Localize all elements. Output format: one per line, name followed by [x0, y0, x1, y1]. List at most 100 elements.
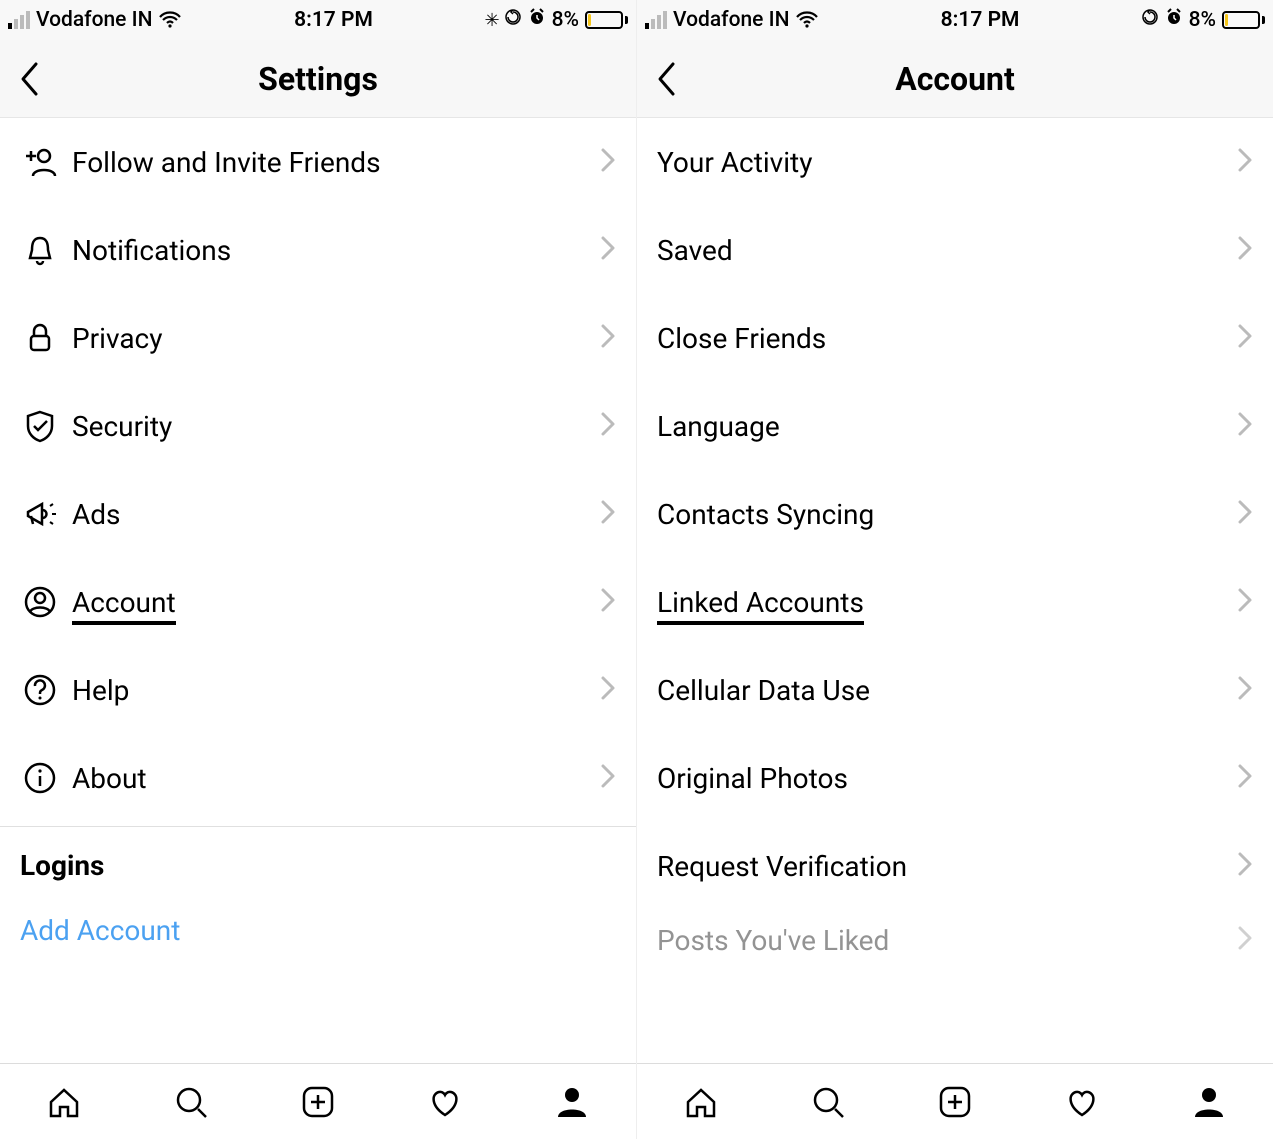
add-account-link[interactable]: Add Account [0, 888, 636, 947]
row-label: Language [657, 410, 1237, 443]
row-label: Privacy [72, 322, 600, 355]
back-button[interactable] [0, 61, 60, 97]
row-request-verification[interactable]: Request Verification [637, 822, 1273, 910]
row-label: Saved [657, 234, 1237, 267]
battery-percent: 8% [1189, 8, 1216, 32]
row-notifications[interactable]: Notifications [0, 206, 636, 294]
battery-percent: 8% [552, 8, 579, 32]
chevron-right-icon [1237, 323, 1253, 353]
chevron-right-icon [600, 675, 616, 705]
tab-home[interactable] [44, 1082, 84, 1122]
row-label: Your Activity [657, 146, 1237, 179]
settings-list: Follow and Invite Friends Notifications … [0, 118, 636, 1063]
row-security[interactable]: Security [0, 382, 636, 470]
signal-icon [645, 11, 667, 29]
row-cellular-data[interactable]: Cellular Data Use [637, 646, 1273, 734]
account-list: Your Activity Saved Close Friends Langua… [637, 118, 1273, 1063]
row-label: Close Friends [657, 322, 1237, 355]
row-label: Account [72, 586, 600, 619]
chevron-right-icon [600, 235, 616, 265]
chevron-right-icon [600, 763, 616, 793]
back-button[interactable] [637, 61, 697, 97]
alarm-icon [528, 8, 546, 32]
row-account[interactable]: Account [0, 558, 636, 646]
chevron-right-icon [600, 147, 616, 177]
tab-bar [637, 1063, 1273, 1139]
orientation-lock-icon [504, 8, 522, 32]
battery-icon [585, 11, 628, 29]
tab-profile[interactable] [1189, 1082, 1229, 1122]
chevron-right-icon [600, 411, 616, 441]
row-about[interactable]: About [0, 734, 636, 822]
clock: 8:17 PM [819, 8, 1140, 32]
shield-check-icon [20, 406, 72, 446]
wifi-icon [158, 11, 182, 29]
chevron-right-icon [1237, 763, 1253, 793]
header-title: Settings [0, 60, 636, 98]
info-circle-icon [20, 758, 72, 798]
carrier-label: Vodafone IN [36, 8, 152, 32]
row-your-activity[interactable]: Your Activity [637, 118, 1273, 206]
row-privacy[interactable]: Privacy [0, 294, 636, 382]
row-label: Security [72, 410, 600, 443]
chevron-right-icon [1237, 587, 1253, 617]
chevron-right-icon [1237, 147, 1253, 177]
row-label: Original Photos [657, 762, 1237, 795]
tab-activity[interactable] [425, 1082, 465, 1122]
chevron-right-icon [1237, 235, 1253, 265]
header-title: Account [637, 60, 1273, 98]
section-logins: Logins [0, 827, 636, 888]
bell-icon [20, 230, 72, 270]
lock-icon [20, 318, 72, 358]
tab-search[interactable] [808, 1082, 848, 1122]
chevron-right-icon [1237, 925, 1253, 955]
user-circle-icon [20, 582, 72, 622]
row-linked-accounts[interactable]: Linked Accounts [637, 558, 1273, 646]
row-language[interactable]: Language [637, 382, 1273, 470]
nav-header: Settings [0, 40, 636, 118]
row-original-photos[interactable]: Original Photos [637, 734, 1273, 822]
row-label: Ads [72, 498, 600, 531]
tab-add[interactable] [298, 1082, 338, 1122]
row-label: Help [72, 674, 600, 707]
chevron-right-icon [600, 499, 616, 529]
row-posts-liked[interactable]: Posts You've Liked [637, 910, 1273, 970]
row-help[interactable]: Help [0, 646, 636, 734]
chevron-right-icon [1237, 851, 1253, 881]
status-bar: Vodafone IN 8:17 PM ✳︎ 8% [0, 0, 636, 40]
row-label: Posts You've Liked [657, 924, 1237, 957]
alarm-icon [1165, 8, 1183, 32]
status-bar: Vodafone IN 8:17 PM 8% [637, 0, 1273, 40]
row-ads[interactable]: Ads [0, 470, 636, 558]
carrier-label: Vodafone IN [673, 8, 789, 32]
row-saved[interactable]: Saved [637, 206, 1273, 294]
chevron-right-icon [1237, 675, 1253, 705]
chevron-right-icon [600, 323, 616, 353]
orientation-lock-icon [1141, 8, 1159, 32]
row-label: Request Verification [657, 850, 1237, 883]
chevron-right-icon [1237, 499, 1253, 529]
row-follow-invite[interactable]: Follow and Invite Friends [0, 118, 636, 206]
row-label: Notifications [72, 234, 600, 267]
question-circle-icon [20, 670, 72, 710]
tab-add[interactable] [935, 1082, 975, 1122]
chevron-right-icon [1237, 411, 1253, 441]
account-screen: Vodafone IN 8:17 PM 8% Account Your Acti… [637, 0, 1273, 1139]
tab-home[interactable] [681, 1082, 721, 1122]
tab-search[interactable] [171, 1082, 211, 1122]
megaphone-icon [20, 494, 72, 534]
tab-bar [0, 1063, 636, 1139]
wifi-icon [795, 11, 819, 29]
row-label: Contacts Syncing [657, 498, 1237, 531]
row-close-friends[interactable]: Close Friends [637, 294, 1273, 382]
clock: 8:17 PM [182, 8, 484, 32]
nav-header: Account [637, 40, 1273, 118]
tab-profile[interactable] [552, 1082, 592, 1122]
tab-activity[interactable] [1062, 1082, 1102, 1122]
row-label: Follow and Invite Friends [72, 146, 600, 179]
loading-icon: ✳︎ [485, 10, 498, 31]
row-contacts-syncing[interactable]: Contacts Syncing [637, 470, 1273, 558]
row-label: Linked Accounts [657, 586, 1237, 619]
battery-icon [1222, 11, 1265, 29]
settings-screen: Vodafone IN 8:17 PM ✳︎ 8% Settings [0, 0, 637, 1139]
